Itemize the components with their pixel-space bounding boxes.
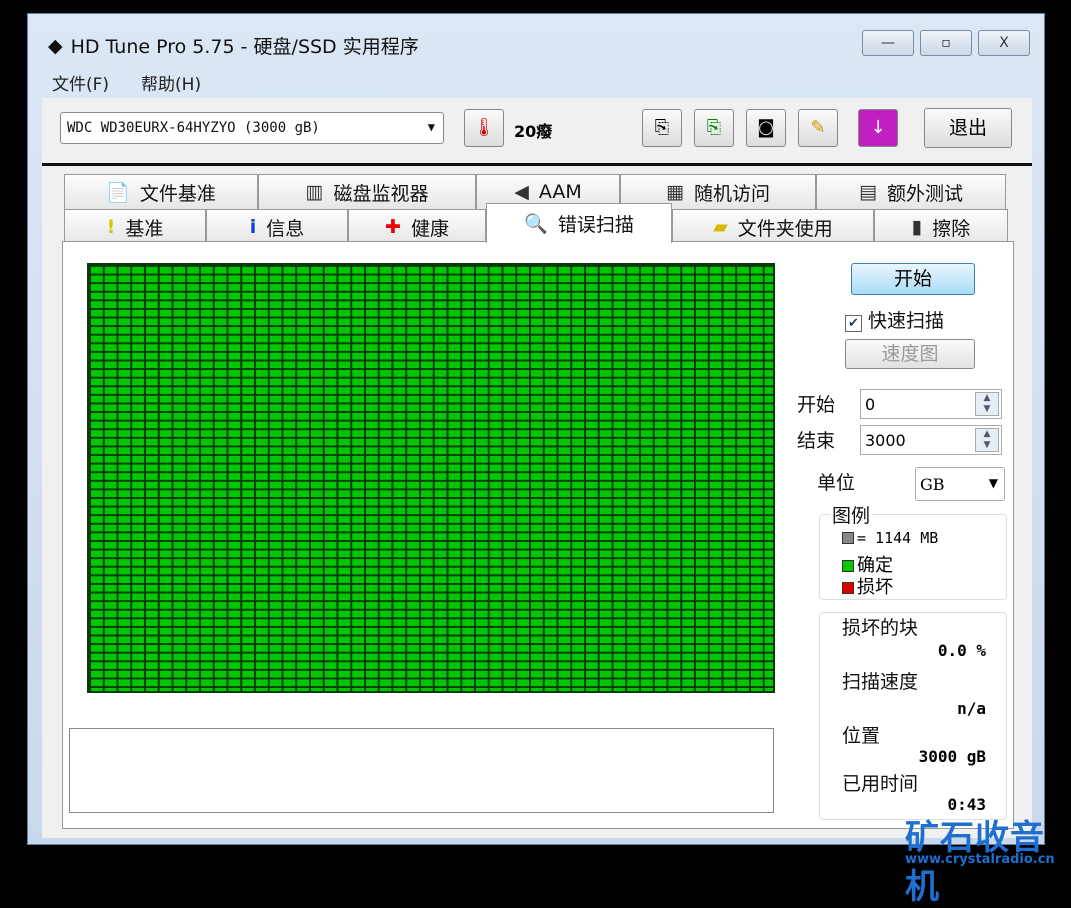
tab-label: 文件夹使用 <box>737 217 833 240</box>
tab-health-cross[interactable]: ✚ 健康 <box>348 209 486 244</box>
tab-label: 错误扫描 <box>557 214 634 236</box>
scan-speed-label: 扫描速度 <box>842 671 919 693</box>
tab-info[interactable]: i 信息 <box>206 209 348 244</box>
tab-label: 基准 <box>125 217 164 240</box>
block-swatch <box>842 532 854 544</box>
start-input[interactable]: 0 ▲ ▼ <box>860 389 1002 419</box>
legend-box: 图例 = 1144 MB 确定 损坏 <box>819 501 1007 600</box>
tab-label: 磁盘监视器 <box>333 182 429 205</box>
drive-select[interactable]: WDC WD30EURX-64HYZYO (3000 gB) ▼ <box>60 112 444 144</box>
quick-scan-checkbox[interactable]: ✔ 快速扫描 <box>845 306 944 333</box>
end-spinner[interactable]: ▲ ▼ <box>975 428 999 452</box>
chevron-down-icon: ▼ <box>427 120 435 134</box>
chevron-down-icon: ▼ <box>988 476 998 490</box>
position-value: 3000 gB <box>918 747 986 766</box>
tab-label: 信息 <box>266 217 305 240</box>
tab-extra-tests[interactable]: ▤ 额外测试 <box>816 174 1006 209</box>
legend-block-size: = 1144 MB <box>842 529 938 547</box>
health-cross-icon: ✚ <box>385 216 401 238</box>
save-button[interactable]: ↓ <box>858 109 898 147</box>
tab-disk-monitor[interactable]: ▥ 磁盘监视器 <box>258 174 476 209</box>
exit-button[interactable]: 退出 <box>924 108 1012 148</box>
random-access-icon: ▦ <box>666 181 684 203</box>
wrench-icon: ✎ <box>810 117 826 138</box>
copy-all-icon: ⎘ <box>706 117 722 138</box>
end-input[interactable]: 3000 ▲ ▼ <box>860 425 1002 455</box>
speed-map-button[interactable]: 速度图 <box>845 339 975 369</box>
info-icon: i <box>249 216 257 238</box>
damaged-swatch <box>842 582 854 594</box>
legend-title: 图例 <box>830 501 873 528</box>
damaged-blocks-label: 损坏的块 <box>842 617 919 639</box>
position-label: 位置 <box>842 725 881 747</box>
app-icon: ◆ <box>48 34 63 57</box>
tab-label: 擦除 <box>932 217 971 240</box>
copy-info-button[interactable]: ⎘ <box>642 109 682 147</box>
copy-all-button[interactable]: ⎘ <box>694 109 734 147</box>
tab-trash[interactable]: ▮ 擦除 <box>874 209 1008 244</box>
window-title: HD Tune Pro 5.75 - 硬盘/SSD 实用程序 <box>70 36 419 58</box>
menu-help[interactable]: 帮助(H) <box>141 70 201 95</box>
trash-icon: ▮ <box>911 216 923 238</box>
toolbar: WDC WD30EURX-64HYZYO (3000 gB) ▼ 🌡 20癈 ⎘ … <box>42 98 1032 166</box>
screenshot-button[interactable]: ◙ <box>746 109 786 147</box>
log-area <box>69 728 774 813</box>
tab-label: AAM <box>538 181 582 203</box>
tab-file-benchmark[interactable]: 📄 文件基准 <box>64 174 258 209</box>
camera-icon: ◙ <box>757 117 775 138</box>
ok-swatch <box>842 560 854 572</box>
start-spinner[interactable]: ▲ ▼ <box>975 392 999 416</box>
exclamation-icon: ! <box>106 216 116 238</box>
minimize-button[interactable]: — <box>862 30 914 56</box>
main-panel: 📄 文件基准 ▥ 磁盘监视器 ◀ AAM ▦ 随机访问 ▤ 额外测试 ! 基准 i 信息 ✚ 健康 🔍 错误扫描… <box>42 166 1032 838</box>
maximize-button[interactable]: ▫ <box>920 30 972 56</box>
temperature-button[interactable]: 🌡 <box>464 109 504 147</box>
file-benchmark-icon: 📄 <box>106 181 130 204</box>
start-label: 开始 <box>797 394 836 416</box>
checkbox-checked-icon: ✔ <box>845 315 862 332</box>
menu-file[interactable]: 文件(F) <box>52 70 109 95</box>
tab-label: 额外测试 <box>886 182 963 205</box>
thermometer-icon: 🌡 <box>472 117 496 138</box>
speaker-icon: ◀ <box>514 181 529 203</box>
temperature-value: 20癈 <box>514 122 553 141</box>
tab-label: 健康 <box>410 217 449 240</box>
unit-select[interactable]: GB ▼ <box>915 467 1005 501</box>
copy-icon: ⎘ <box>654 117 670 138</box>
error-scan-page: 开始 ✔ 快速扫描 速度图 开始 0 ▲ ▼ 结束 3000 ▲ ▼ 单位 GB ▼ 图例… <box>62 241 1014 829</box>
tab-magnifier[interactable]: 🔍 错误扫描 <box>486 203 672 243</box>
tab-folder[interactable]: ▰ 文件夹使用 <box>672 209 874 244</box>
legend-damaged: 损坏 <box>842 573 893 599</box>
end-label: 结束 <box>797 430 836 452</box>
tab-exclamation[interactable]: ! 基准 <box>64 209 206 244</box>
magnifier-icon: 🔍 <box>524 213 548 235</box>
watermark-url: www.crystalradio.cn <box>905 852 1055 867</box>
disk-monitor-icon: ▥ <box>305 181 324 203</box>
unit-label: 单位 <box>817 472 856 494</box>
damaged-blocks-value: 0.0 % <box>937 641 986 660</box>
close-button[interactable]: X <box>978 30 1030 56</box>
scan-speed-value: n/a <box>957 699 986 718</box>
elapsed-label: 已用时间 <box>842 773 919 795</box>
title-bar: ◆ HD Tune Pro 5.75 - 硬盘/SSD 实用程序 <box>48 32 419 59</box>
tab-label: 随机访问 <box>693 182 770 205</box>
stats-box: 损坏的块 0.0 % 扫描速度 n/a 位置 3000 gB 已用时间 0:43 <box>819 612 1007 820</box>
options-button[interactable]: ✎ <box>798 109 838 147</box>
tab-label: 文件基准 <box>139 182 216 205</box>
start-scan-button[interactable]: 开始 <box>851 263 975 295</box>
folder-icon: ▰ <box>713 216 728 238</box>
arrow-down-icon: ↓ <box>870 117 886 138</box>
scan-block-map <box>87 263 775 693</box>
extra-tests-icon: ▤ <box>859 181 877 203</box>
app-window: ◆ HD Tune Pro 5.75 - 硬盘/SSD 实用程序 — ▫ X 文件… <box>27 13 1045 845</box>
